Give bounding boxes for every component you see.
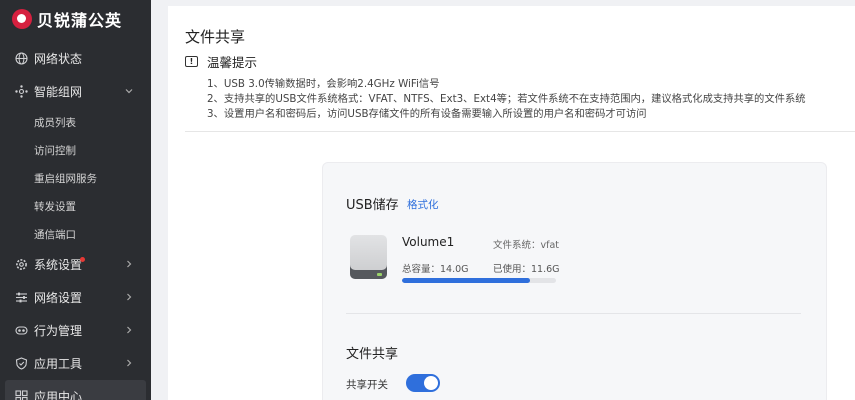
sidebar-item-label: 智能组网 <box>34 85 83 99</box>
sidebar-item-label: 应用工具 <box>34 357 83 371</box>
logo-icon <box>12 9 32 29</box>
apps-grid-icon <box>14 390 28 400</box>
capacity-value: 总容量：14.0G <box>402 264 469 275</box>
chevron-down-icon <box>123 85 135 97</box>
sidebar-subitem-access-control[interactable]: 访问控制 <box>0 136 151 164</box>
sidebar-subitem-forwarding[interactable]: 转发设置 <box>0 192 151 220</box>
usage-bar <box>402 278 556 283</box>
chevron-right-icon <box>123 324 135 336</box>
sidebar: 贝锐蒲公英 网络状态 智能组网 成员列表 访问控制 重启组网服务 转发设置 通信… <box>0 0 151 400</box>
sidebar-item-network-status[interactable]: 网络状态 <box>0 42 151 75</box>
sidebar-item-app-center[interactable]: 应用中心 <box>5 380 146 400</box>
divider <box>346 313 801 314</box>
behavior-icon <box>14 324 28 338</box>
page-title: 文件共享 <box>185 28 246 46</box>
sidebar-item-system-settings[interactable]: 系统设置 <box>0 248 151 281</box>
globe-icon <box>14 52 28 66</box>
sidebar-subitem-ports[interactable]: 通信端口 <box>0 220 151 248</box>
share-toggle[interactable] <box>406 374 440 392</box>
format-link[interactable]: 格式化 <box>407 197 439 212</box>
sidebar-item-label: 网络状态 <box>34 52 83 66</box>
brand-name: 贝锐蒲公英 <box>37 11 123 30</box>
divider <box>185 131 855 132</box>
sidebar-item-label: 应用中心 <box>34 390 83 400</box>
sidebar-item-label: 系统设置 <box>34 258 83 272</box>
tips-heading-label: 温馨提示 <box>207 55 258 70</box>
notification-dot <box>80 257 85 262</box>
tips-heading: ! 温馨提示 <box>185 52 257 71</box>
main-content: 文件共享 ! 温馨提示 1、USB 3.0传输数据时，会影响2.4GHz WiF… <box>168 6 855 400</box>
brand-logo: 贝锐蒲公英 <box>0 0 151 38</box>
sidebar-item-label: 网络设置 <box>34 291 83 305</box>
tip-line: 3、设置用户名和密码后，访问USB存储文件的所有设备需要输入所设置的用户名和密码… <box>207 108 647 120</box>
chevron-right-icon <box>123 357 135 369</box>
sidebar-item-label: 行为管理 <box>34 324 83 338</box>
sidebar-item-behavior-management[interactable]: 行为管理 <box>0 314 151 347</box>
info-icon: ! <box>185 56 198 67</box>
share-switch-label: 共享开关 <box>346 379 388 391</box>
usb-storage-title: USB储存 <box>346 198 399 213</box>
usage-bar-fill <box>402 278 530 283</box>
gear-icon <box>14 258 28 272</box>
chevron-right-icon <box>123 291 135 303</box>
shield-icon <box>14 357 28 371</box>
sidebar-item-smart-network[interactable]: 智能组网 <box>0 75 151 108</box>
file-share-title: 文件共享 <box>346 347 399 362</box>
sidebar-subitem-members[interactable]: 成员列表 <box>0 108 151 136</box>
used-value: 已使用：11.6G <box>493 264 560 275</box>
tip-line: 2、支持共享的USB文件系统格式：VFAT、NTFS、Ext3、Ext4等；若文… <box>207 93 806 105</box>
sliders-icon <box>14 291 28 305</box>
usb-card: USB储存 格式化 Volume1 文件系统：vfat 总容量：14.0G 已使… <box>322 162 827 400</box>
sidebar-subitem-restart-service[interactable]: 重启组网服务 <box>0 164 151 192</box>
tip-line: 1、USB 3.0传输数据时，会影响2.4GHz WiFi信号 <box>207 78 440 90</box>
chevron-right-icon <box>123 258 135 270</box>
network-nodes-icon <box>14 85 28 99</box>
sidebar-item-app-tools[interactable]: 应用工具 <box>0 347 151 380</box>
filesystem-value: 文件系统：vfat <box>493 240 560 251</box>
hard-drive-icon <box>350 235 387 279</box>
sidebar-item-network-settings[interactable]: 网络设置 <box>0 281 151 314</box>
volume-name: Volume1 <box>402 235 455 249</box>
